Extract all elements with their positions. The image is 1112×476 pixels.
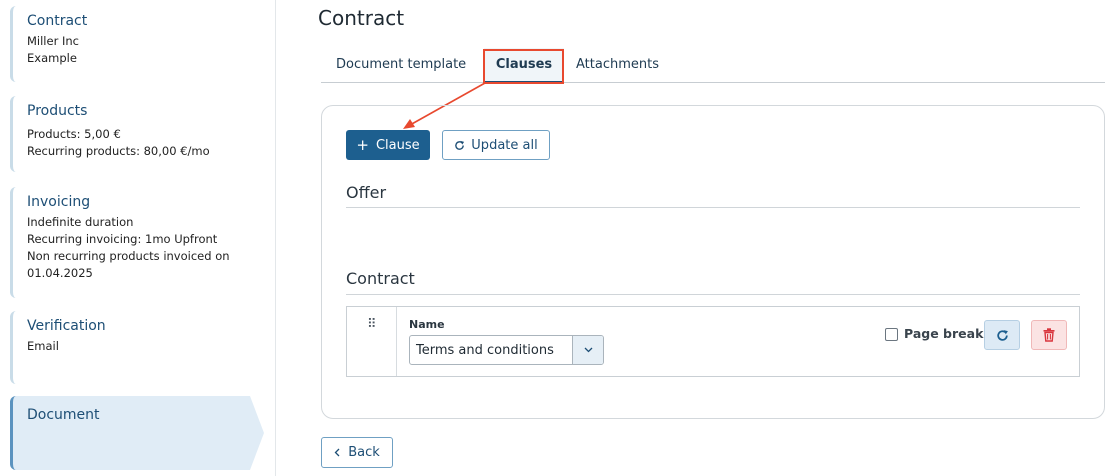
step-title: Contract (27, 13, 88, 29)
step-detail: Email (27, 339, 59, 353)
step-verification[interactable]: Verification Email (10, 311, 254, 384)
tab-bar: Document template Clauses Attachments (321, 48, 1105, 83)
step-detail: Example (27, 51, 77, 65)
drag-handle-icon[interactable]: ⠿ (367, 318, 376, 331)
step-detail: Recurring products: 80,00 €/mo (27, 144, 210, 158)
step-detail: Indefinite duration (27, 215, 134, 229)
step-title: Invoicing (27, 194, 91, 210)
step-detail: 01.04.2025 (27, 266, 93, 280)
back-button[interactable]: Back (321, 437, 393, 468)
refresh-icon (996, 329, 1008, 341)
add-clause-button[interactable]: + Clause (346, 130, 430, 160)
step-title: Document (27, 407, 100, 423)
section-title-offer: Offer (346, 183, 387, 202)
step-detail: Non recurring products invoiced on (27, 249, 230, 263)
step-contract[interactable]: Contract Miller Inc Example (10, 6, 254, 82)
tab-document-template[interactable]: Document template (321, 48, 481, 83)
highlight-annotation-box (483, 49, 564, 84)
step-title: Verification (27, 318, 106, 334)
refresh-clause-button[interactable] (984, 320, 1020, 350)
add-clause-label: Clause (375, 137, 420, 153)
step-document[interactable]: Document (10, 396, 264, 470)
step-title: Products (27, 103, 88, 119)
step-products[interactable]: Products Products: 5,00 € Recurring prod… (10, 96, 254, 172)
drag-cell: ⠿ (347, 307, 397, 376)
step-detail: Products: 5,00 € (27, 127, 121, 141)
step-detail: Miller Inc (27, 34, 79, 48)
plus-icon: + (356, 135, 369, 154)
update-all-button[interactable]: Update all (442, 130, 550, 160)
back-label: Back (348, 445, 380, 460)
chevron-left-icon (334, 448, 340, 457)
trash-icon (1043, 328, 1055, 342)
delete-clause-button[interactable] (1031, 320, 1067, 350)
page-break-checkbox[interactable] (885, 328, 898, 341)
wizard-sidebar: Contract Miller Inc Example Products Pro… (0, 0, 276, 476)
step-invoicing[interactable]: Invoicing Indefinite duration Recurring … (10, 187, 254, 298)
step-detail: Recurring invoicing: 1mo Upfront (27, 232, 218, 246)
clause-select[interactable]: Terms and conditions (409, 335, 604, 365)
page-break-label[interactable]: Page break (904, 326, 983, 341)
chevron-down-icon[interactable] (572, 336, 603, 364)
section-divider (346, 294, 1080, 295)
clause-row: ⠿ Name Terms and conditions Page break (346, 306, 1080, 377)
tab-attachments[interactable]: Attachments (561, 48, 674, 83)
refresh-icon (455, 140, 465, 150)
section-title-contract: Contract (346, 269, 415, 288)
section-divider (346, 207, 1080, 208)
clause-name-label: Name (409, 318, 445, 331)
update-all-label: Update all (471, 137, 538, 153)
page-title: Contract (318, 6, 405, 30)
clause-select-value: Terms and conditions (416, 343, 554, 358)
